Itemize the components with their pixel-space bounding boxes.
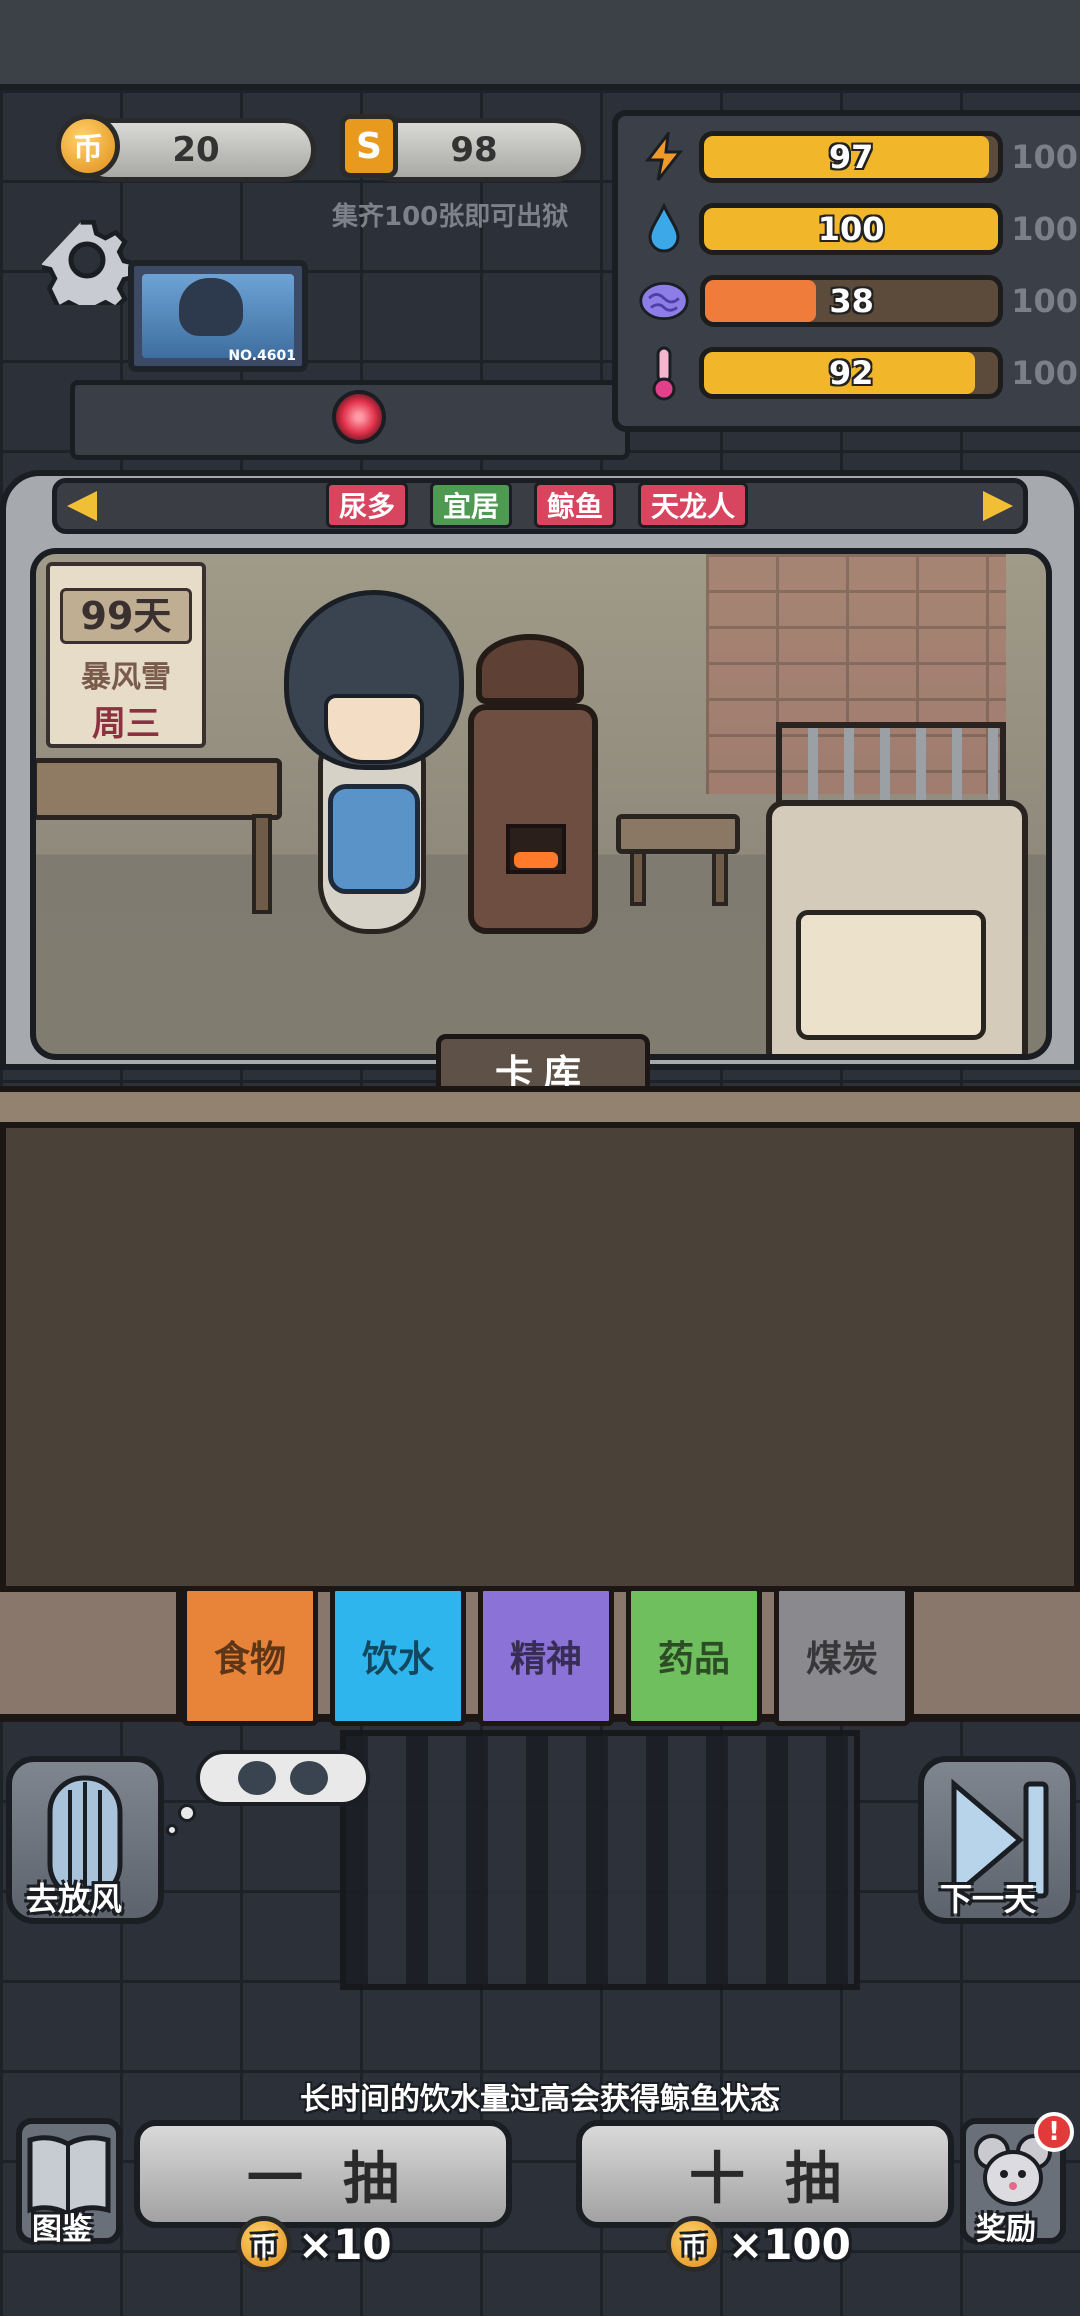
stat-mind: 38 100 bbox=[638, 270, 1078, 332]
prisoner-face[interactable] bbox=[324, 694, 424, 764]
card-bank-top-edge bbox=[0, 1086, 1080, 1126]
stat-temperature: 92 100 bbox=[638, 342, 1078, 404]
temperature-value: 92 bbox=[828, 354, 874, 392]
mind-value: 38 bbox=[829, 282, 874, 320]
shard-count: 98 bbox=[450, 130, 498, 170]
fire-icon bbox=[514, 852, 558, 868]
weekday: 周三 bbox=[92, 704, 160, 744]
ten-draw-cost-value: ×100 bbox=[728, 2219, 851, 2269]
thermometer-icon bbox=[638, 346, 689, 401]
yard-label: 去放风 bbox=[26, 1880, 123, 1918]
coal-stove bbox=[468, 704, 598, 934]
day-count: 99天 bbox=[60, 588, 192, 644]
brain-icon bbox=[638, 275, 690, 327]
calendar: 99天 暴风雪 周三 bbox=[46, 562, 206, 748]
trait-tag-4[interactable]: 天龙人 bbox=[638, 482, 749, 528]
table-leg bbox=[252, 814, 272, 914]
energy-max: 100 bbox=[1011, 138, 1078, 176]
cell-scene: 99天 暴风雪 周三 bbox=[30, 548, 1052, 1060]
temperature-bar: 92 bbox=[699, 347, 1004, 399]
reward-label: 奖励 bbox=[976, 2212, 1036, 2247]
codex-label: 图鉴 bbox=[32, 2212, 92, 2247]
weather: 暴风雪 bbox=[81, 660, 171, 695]
codex-button[interactable]: 图鉴 bbox=[16, 2118, 122, 2247]
prisoner-id: NO.4601 bbox=[228, 348, 296, 364]
category-mind[interactable]: 精神 bbox=[478, 1586, 614, 1726]
coin-icon: 币 bbox=[236, 2216, 292, 2272]
water-bar: 100 bbox=[699, 203, 1004, 255]
coin-icon: 币 bbox=[56, 114, 120, 178]
prisoner-portrait bbox=[179, 278, 243, 336]
water-drop-icon bbox=[638, 203, 689, 255]
ceiling bbox=[0, 0, 1080, 90]
mind-max: 100 bbox=[1011, 282, 1078, 320]
temperature-max: 100 bbox=[1011, 354, 1078, 392]
status-panel: 97 100 100 100 38 100 92 100 bbox=[612, 110, 1080, 432]
floor-grate bbox=[340, 1730, 860, 1990]
collect-hint: 集齐100张即可出狱 bbox=[332, 202, 569, 232]
bed-headboard bbox=[776, 722, 1006, 802]
table bbox=[36, 758, 282, 820]
coin-count: 20 bbox=[172, 130, 220, 170]
reward-notification-badge: ! bbox=[1034, 2112, 1074, 2152]
category-food[interactable]: 食物 bbox=[182, 1586, 318, 1726]
gear-icon[interactable] bbox=[42, 215, 132, 305]
stool-leg bbox=[712, 850, 728, 906]
guard-face-icon bbox=[290, 1761, 328, 1795]
stat-water: 100 100 bbox=[638, 198, 1078, 260]
gameplay-tip: 长时间的饮水量过高会获得鲸鱼状态 bbox=[300, 2082, 780, 2117]
stove-lid bbox=[476, 634, 584, 704]
thought-dot bbox=[178, 1804, 196, 1822]
thought-bubble bbox=[196, 1750, 370, 1806]
trait-tag-1[interactable]: 尿多 bbox=[326, 482, 409, 528]
prisoner-body[interactable] bbox=[328, 784, 420, 894]
water-value: 100 bbox=[817, 210, 885, 248]
category-water[interactable]: 饮水 bbox=[330, 1586, 466, 1726]
tags-right-arrow-icon[interactable] bbox=[983, 491, 1013, 521]
trait-tag-2[interactable]: 宜居 bbox=[430, 482, 513, 528]
alarm-light bbox=[332, 390, 386, 444]
coin-icon: 币 bbox=[666, 2216, 722, 2272]
prisoner-monitor: NO.4601 bbox=[128, 260, 308, 372]
thought-dot bbox=[166, 1824, 178, 1836]
water-max: 100 bbox=[1011, 210, 1078, 248]
shard-icon: S bbox=[340, 114, 398, 178]
pillow bbox=[796, 910, 986, 1040]
energy-value: 97 bbox=[828, 138, 874, 176]
prisoner-face-icon bbox=[238, 1761, 276, 1795]
stat-energy: 97 100 bbox=[638, 126, 1078, 188]
category-coal[interactable]: 煤炭 bbox=[774, 1586, 910, 1726]
stool bbox=[616, 814, 740, 854]
next-day-label: 下一天 bbox=[940, 1880, 1037, 1918]
lightning-icon bbox=[638, 131, 689, 183]
tags-left-arrow-icon[interactable] bbox=[67, 491, 97, 521]
category-medicine[interactable]: 药品 bbox=[626, 1586, 762, 1726]
stool-leg bbox=[630, 850, 646, 906]
energy-bar: 97 bbox=[699, 131, 1004, 183]
ten-draw-button[interactable]: 十抽 bbox=[576, 2120, 954, 2228]
ten-draw-cost: 币 ×100 bbox=[666, 2216, 851, 2272]
card-bank-area bbox=[0, 1122, 1080, 1600]
single-draw-cost-value: ×10 bbox=[298, 2219, 392, 2269]
single-draw-cost: 币 ×10 bbox=[236, 2216, 392, 2272]
trait-tag-3[interactable]: 鲸鱼 bbox=[534, 482, 617, 528]
single-draw-button[interactable]: 一抽 bbox=[134, 2120, 512, 2228]
mind-bar: 38 bbox=[700, 275, 1004, 327]
